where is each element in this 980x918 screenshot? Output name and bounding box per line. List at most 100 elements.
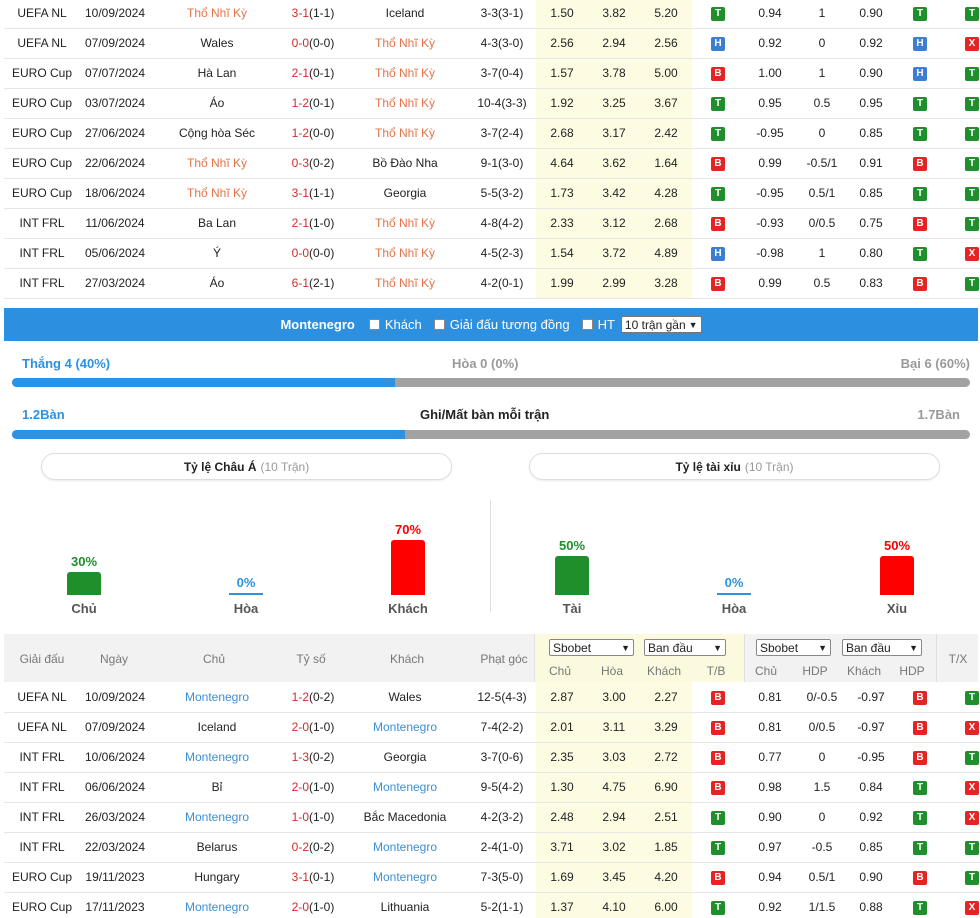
- result-badge: T: [913, 841, 927, 855]
- odds-away-cell: 5.00: [640, 58, 692, 89]
- half-time-score: (1-0): [309, 810, 335, 824]
- result-badge: T: [913, 811, 927, 825]
- odds-type-select-2[interactable]: Ban đầu ▼: [842, 639, 922, 656]
- chevron-down-icon: ▼: [909, 642, 918, 653]
- bar-category-label: Hòa: [233, 601, 259, 616]
- table-row[interactable]: INT FRL 05/06/2024 Ý 0-0(0-0) Thổ Nhĩ Kỳ 4-5(…: [4, 238, 980, 269]
- bar: [717, 593, 751, 595]
- bar-category-label: Xỉu: [886, 601, 908, 616]
- odds-draw-cell: 3.45: [588, 862, 640, 893]
- team-filter-bar: Montenegro Khách Giải đấu tương đồng HT …: [4, 308, 978, 341]
- table-row[interactable]: INT FRL 06/06/2024 Bỉ 2-0(1-0) Montenegro 9-5…: [4, 772, 980, 803]
- home-team-cell: Cộng hòa Séc: [150, 118, 284, 149]
- away-team-cell: Montenegro: [342, 862, 468, 893]
- bookmaker-select-1[interactable]: Sbobet ▼: [549, 639, 634, 656]
- date-cell: 07/07/2024: [80, 58, 150, 89]
- result-badge: T: [913, 781, 927, 795]
- recent-matches-header: Giải đấu Ngày Chủ Tỷ số Khách Phạt góc S…: [4, 634, 978, 682]
- score-cell: 0-3(0-2): [284, 148, 342, 179]
- win-loss-cell: T: [692, 88, 744, 119]
- ht-checkbox[interactable]: [581, 319, 593, 330]
- over-under-cell: X: [946, 892, 980, 918]
- odds-type-select-1[interactable]: Ban đầu ▼: [644, 639, 726, 656]
- table-row[interactable]: EURO Cup 18/06/2024 Thổ Nhĩ Kỳ 3-1(1-1) Geor…: [4, 178, 980, 209]
- ht-checkbox-label: HT: [597, 317, 615, 332]
- date-cell: 10/09/2024: [80, 0, 150, 29]
- home-team-cell: Hungary: [150, 862, 284, 893]
- table-row[interactable]: UEFA NL 07/09/2024 Iceland 2-0(1-0) Monteneg…: [4, 712, 980, 743]
- odds-away-cell: 3.28: [640, 268, 692, 299]
- date-cell: 26/03/2024: [80, 802, 150, 833]
- table-row[interactable]: INT FRL 22/03/2024 Belarus 0-2(0-2) Monteneg…: [4, 832, 980, 863]
- chart-divider: [490, 500, 491, 612]
- hdp-result-cell: B: [894, 742, 946, 773]
- half-time-score: (0-0): [309, 246, 335, 260]
- table-row[interactable]: UEFA NL 10/09/2024 Montenegro 1-2(0-2) Wales…: [4, 682, 980, 713]
- table-row[interactable]: INT FRL 26/03/2024 Montenegro 1-0(1-0) Bắc M…: [4, 802, 980, 833]
- full-time-score: 2-0: [291, 900, 309, 914]
- away-checkbox[interactable]: [368, 319, 380, 330]
- result-badge: X: [965, 901, 979, 915]
- home-team-cell: Montenegro: [150, 802, 284, 833]
- table-row[interactable]: EURO Cup 17/11/2023 Montenegro 2-0(1-0) Lith…: [4, 892, 980, 918]
- col-score: Tỷ số: [296, 652, 326, 666]
- home-team-cell: Iceland: [150, 712, 284, 743]
- odds-type-2-value: Ban đầu: [846, 640, 891, 655]
- full-time-score: 1-2: [291, 96, 309, 110]
- hdp-result-cell: T: [894, 88, 946, 119]
- table-row[interactable]: INT FRL 27/03/2024 Áo 6-1(2-1) Thổ Nhĩ Kỳ 4-2…: [4, 268, 980, 299]
- over-under-cell: T: [946, 862, 980, 893]
- odds-home-cell: 4.64: [536, 148, 588, 179]
- hdp-away-cell: 0.85: [848, 118, 894, 149]
- score-cell: 2-1(1-0): [284, 208, 342, 239]
- recent-matches-select[interactable]: 10 trận gần ▼: [620, 316, 702, 333]
- result-badge: T: [913, 247, 927, 261]
- league-cell: UEFA NL: [4, 28, 80, 59]
- table-row[interactable]: UEFA NL 07/09/2024 Wales 0-0(0-0) Thổ Nhĩ Kỳ…: [4, 28, 980, 59]
- over-under-cell: T: [946, 742, 980, 773]
- table-row[interactable]: EURO Cup 03/07/2024 Áo 1-2(0-1) Thổ Nhĩ Kỳ 10…: [4, 88, 980, 119]
- bar-column: 30% Chủ: [44, 554, 124, 616]
- hdp-home-cell: 0.99: [744, 148, 796, 179]
- sub-tb: T/B: [706, 664, 726, 678]
- hdp-result-cell: B: [894, 862, 946, 893]
- hdp-away-cell: 0.85: [848, 832, 894, 863]
- away-team-cell: Georgia: [342, 178, 468, 209]
- table-row[interactable]: EURO Cup 27/06/2024 Cộng hòa Séc 1-2(0-0) Th…: [4, 118, 980, 149]
- result-badge: T: [711, 187, 725, 201]
- league-cell: EURO Cup: [4, 862, 80, 893]
- table-row[interactable]: UEFA NL 10/09/2024 Thổ Nhĩ Kỳ 3-1(1-1) Icela…: [4, 0, 980, 29]
- hdp-away-cell: 0.90: [848, 0, 894, 29]
- table-row[interactable]: EURO Cup 07/07/2024 Hà Lan 2-1(0-1) Thổ Nhĩ …: [4, 58, 980, 89]
- date-cell: 19/11/2023: [80, 862, 150, 893]
- odds-draw-cell: 3.17: [588, 118, 640, 149]
- over-under-cell: X: [946, 238, 980, 269]
- odds-home-cell: 2.56: [536, 28, 588, 59]
- date-cell: 05/06/2024: [80, 238, 150, 269]
- bar: [229, 593, 263, 595]
- hdp-away-cell: 0.92: [848, 28, 894, 59]
- odds-draw-cell: 2.94: [588, 802, 640, 833]
- hdp-away-cell: -0.97: [848, 712, 894, 743]
- same-league-checkbox[interactable]: [433, 319, 445, 330]
- over-under-cell: T: [946, 832, 980, 863]
- result-badge: B: [913, 277, 927, 291]
- table-row[interactable]: EURO Cup 22/06/2024 Thổ Nhĩ Kỳ 0-3(0-2) Bồ Đ…: [4, 148, 980, 179]
- table-row[interactable]: EURO Cup 19/11/2023 Hungary 3-1(0-1) Montene…: [4, 862, 980, 893]
- bar-value-label: 50%: [558, 538, 586, 553]
- away-team-cell: Montenegro: [342, 712, 468, 743]
- home-team-cell: Ý: [150, 238, 284, 269]
- hdp-home-cell: -0.95: [744, 178, 796, 209]
- hdp-result-cell: H: [894, 28, 946, 59]
- hdp-home-cell: 0.94: [744, 862, 796, 893]
- win-loss-cell: T: [692, 802, 744, 833]
- result-badge: H: [711, 247, 725, 261]
- table-row[interactable]: INT FRL 10/06/2024 Montenegro 1-3(0-2) Georg…: [4, 742, 980, 773]
- odds-type-1-value: Ban đầu: [648, 640, 693, 655]
- hdp-away-cell: 0.95: [848, 88, 894, 119]
- bookmaker-select-2[interactable]: Sbobet ▼: [756, 639, 831, 656]
- odds-away-cell: 2.56: [640, 28, 692, 59]
- sub-away: Khách: [646, 664, 682, 678]
- odds-draw-cell: 3.72: [588, 238, 640, 269]
- table-row[interactable]: INT FRL 11/06/2024 Ba Lan 2-1(1-0) Thổ Nhĩ K…: [4, 208, 980, 239]
